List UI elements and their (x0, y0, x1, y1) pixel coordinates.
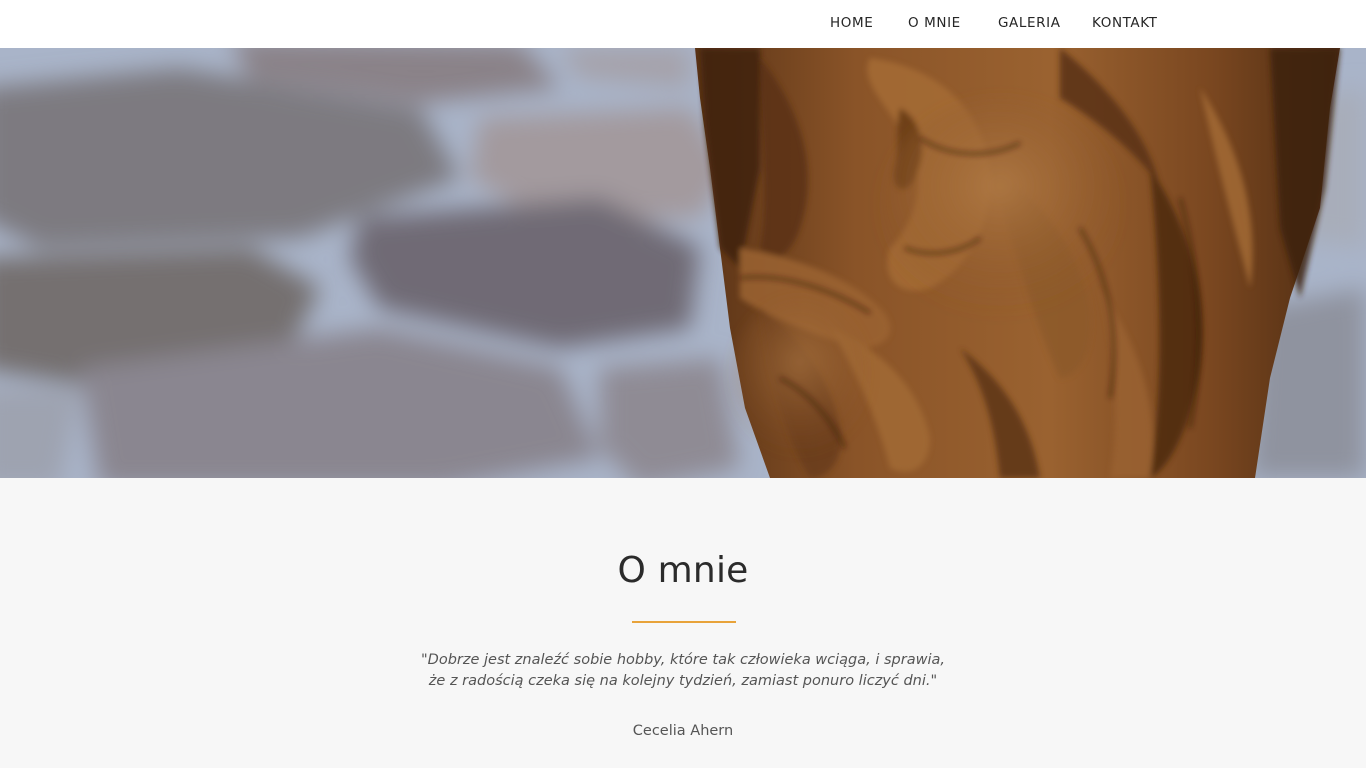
about-section: O mnie "Dobrze jest znaleźć sobie hobby,… (0, 478, 1366, 768)
hero-image (0, 48, 1366, 478)
wood-carving-photo (0, 48, 1366, 478)
nav-home-link[interactable]: HOME (830, 15, 873, 31)
quote-line-2: że z radością czeka się na kolejny tydzi… (428, 673, 938, 689)
title-divider (632, 621, 736, 623)
top-navbar: HOME O MNIE GALERIA KONTAKT (0, 0, 1366, 48)
quote-author: Cecelia Ahern (632, 723, 734, 739)
quote-text: "Dobrze jest znaleźć sobie hobby, które … (383, 650, 983, 692)
quote-line-1: "Dobrze jest znaleźć sobie hobby, które … (421, 652, 945, 668)
nav-about-link[interactable]: O MNIE (908, 15, 961, 31)
page-title: O mnie (617, 550, 749, 591)
nav-contact-link[interactable]: KONTAKT (1092, 15, 1158, 31)
nav-gallery-link[interactable]: GALERIA (998, 15, 1061, 31)
